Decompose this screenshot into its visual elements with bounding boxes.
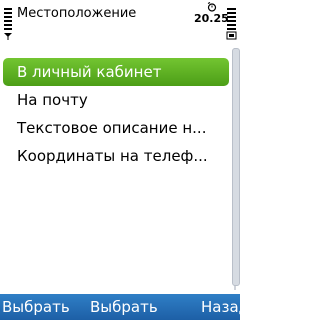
list-item-personal-account[interactable]: В личный кабинет <box>3 58 229 86</box>
left-softkey-select[interactable]: Выбрать <box>2 294 70 320</box>
signal-strength-icon <box>4 8 12 40</box>
scrollbar[interactable] <box>232 48 240 290</box>
battery-icon <box>226 8 237 40</box>
list-item-label: Текстовое описание н... <box>17 119 207 137</box>
middle-softkey-select[interactable]: Выбрать <box>90 294 158 320</box>
list-item-label: Координаты на телеф... <box>17 147 208 165</box>
list-item-label: На почту <box>17 91 88 109</box>
softkey-bar: Выбрать Выбрать Назад <box>0 294 249 320</box>
alarm-icon <box>207 2 217 12</box>
screen-title: Местоположение <box>17 6 137 21</box>
list-item-label: В личный кабинет <box>17 63 162 81</box>
clock: 20.25 <box>194 12 229 25</box>
list-item-mail[interactable]: На почту <box>0 86 232 114</box>
location-options-list: В личный кабинет На почту Текстовое опис… <box>0 58 232 170</box>
list-item-coordinates[interactable]: Координаты на телеф... <box>0 142 232 170</box>
scrollbar-thumb[interactable] <box>232 48 240 286</box>
list-item-text-description[interactable]: Текстовое описание н... <box>0 114 232 142</box>
right-softkey-back[interactable]: Назад <box>201 294 249 320</box>
status-bar: Местоположение 20.25 <box>0 0 240 44</box>
